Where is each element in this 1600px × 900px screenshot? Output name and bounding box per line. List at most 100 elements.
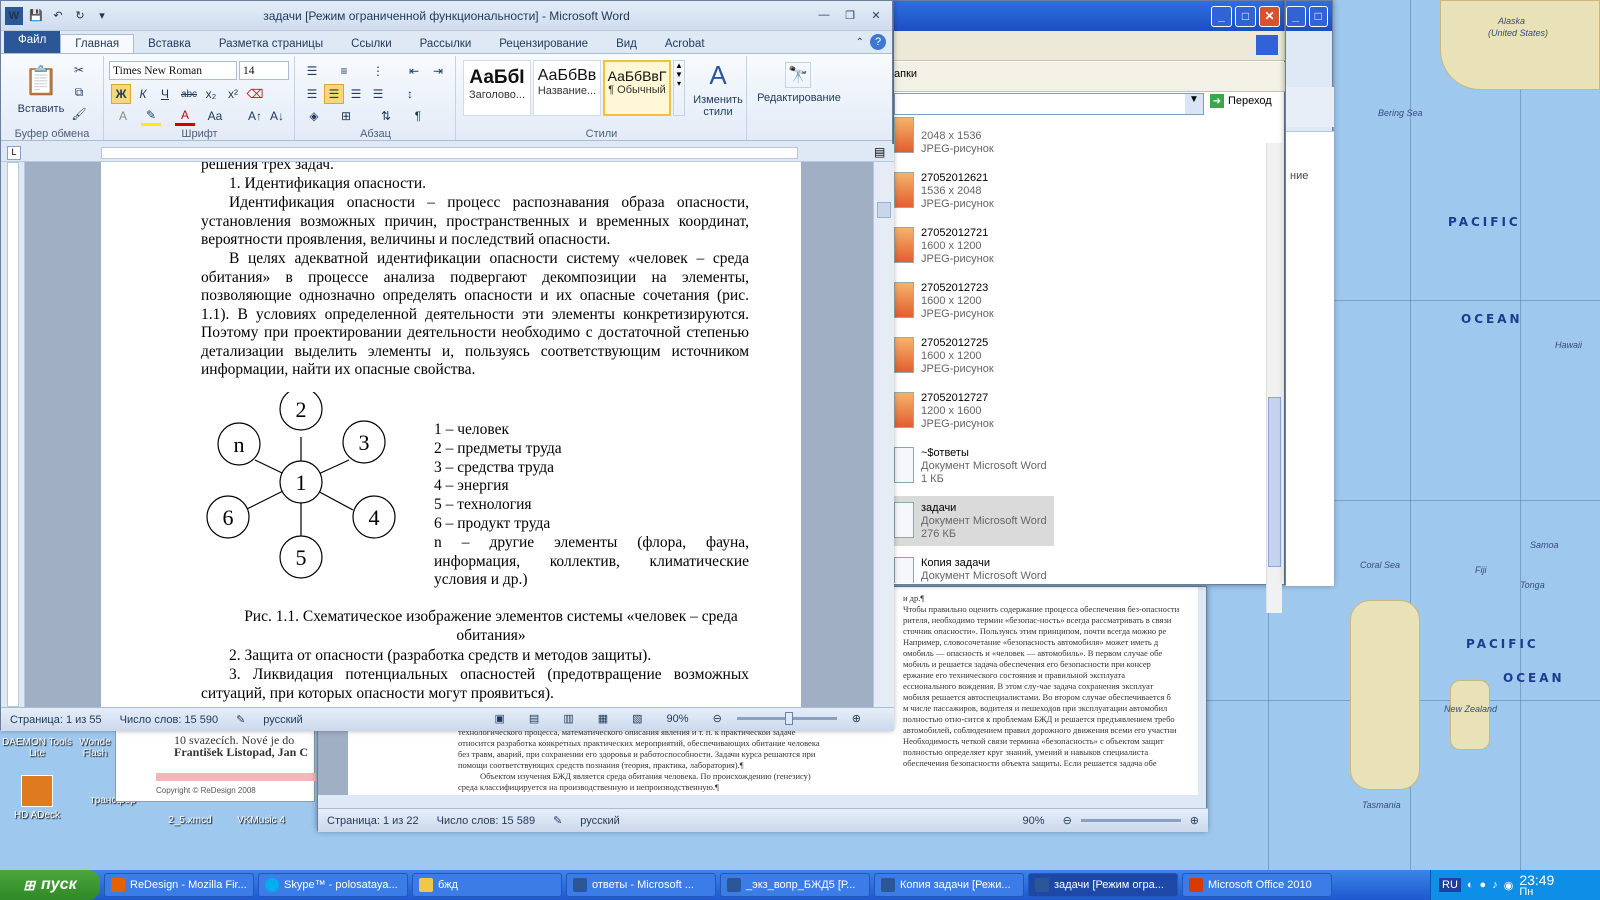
clock[interactable]: 23:49 Пн bbox=[1519, 873, 1554, 898]
save-icon[interactable]: 💾 bbox=[27, 7, 45, 25]
sort-icon[interactable]: ⇅ bbox=[376, 106, 396, 126]
copy-icon[interactable]: ⧉ bbox=[69, 82, 89, 102]
maximize-icon[interactable]: □ bbox=[1308, 5, 1328, 27]
maximize-icon[interactable]: □ bbox=[1235, 5, 1256, 27]
file-item[interactable]: 27052012723 1600 x 1200 JPEG-рисунок bbox=[894, 276, 1054, 326]
desktop-icon-wonder-flash[interactable]: Wonde Flash bbox=[70, 737, 120, 759]
justify-icon[interactable]: ☰ bbox=[368, 84, 388, 104]
tray-icon-misc[interactable]: ◉ bbox=[1504, 879, 1514, 892]
desktop-icon-daemon-tools[interactable]: DAEMON Tools Lite bbox=[2, 737, 72, 759]
tab-file[interactable]: Файл bbox=[4, 31, 61, 53]
view-outline-icon[interactable]: ▦ bbox=[589, 712, 617, 725]
zoom-out-icon[interactable]: ⊖ bbox=[704, 712, 731, 725]
align-right-icon[interactable]: ☰ bbox=[346, 84, 366, 104]
zoom-out-icon[interactable]: ⊖ bbox=[1054, 814, 1081, 827]
undo-icon[interactable]: ↶ bbox=[49, 7, 67, 25]
style-title[interactable]: АаБбВв Название... bbox=[533, 60, 601, 116]
taskbar-item-skype[interactable]: Skype™ - polosataya... bbox=[258, 873, 408, 897]
strikethrough-icon[interactable]: abc bbox=[179, 84, 199, 104]
tray-icon-network[interactable]: ◐ bbox=[1467, 879, 1474, 891]
shrink-font-icon[interactable]: A↓ bbox=[267, 106, 287, 126]
vertical-scrollbar[interactable] bbox=[873, 162, 894, 707]
vertical-ruler[interactable] bbox=[1, 162, 25, 707]
minimize-icon[interactable]: — bbox=[812, 6, 836, 24]
customize-qat-icon[interactable]: ▾ bbox=[93, 7, 111, 25]
tab-insert[interactable]: Вставка bbox=[134, 35, 205, 53]
italic-icon[interactable]: К bbox=[133, 84, 153, 104]
bold-icon[interactable]: Ж bbox=[111, 84, 131, 104]
word-count[interactable]: Число слов: 15 590 bbox=[111, 714, 227, 726]
taskbar-item-folder[interactable]: бжд bbox=[412, 873, 562, 897]
align-center-icon[interactable]: ☰ bbox=[324, 84, 344, 104]
underline-icon[interactable]: Ч bbox=[155, 84, 175, 104]
editing-button[interactable]: Редактирование bbox=[749, 92, 849, 104]
shading-icon[interactable]: ◈ bbox=[304, 106, 324, 126]
text-effects-icon[interactable]: A bbox=[113, 106, 133, 126]
zoom-in-icon[interactable]: ⊕ bbox=[843, 712, 870, 725]
explorer-titlebar[interactable]: _ □ ✕ bbox=[894, 1, 1284, 31]
cut-icon[interactable]: ✂ bbox=[69, 60, 89, 80]
file-item[interactable]: Копия задачиДокумент Microsoft Word276 К… bbox=[894, 551, 1054, 583]
close-icon[interactable]: ✕ bbox=[1259, 5, 1280, 27]
address-bar[interactable]: ▼ bbox=[894, 93, 1204, 115]
view-draft-icon[interactable]: ▧ bbox=[623, 712, 651, 725]
align-left-icon[interactable]: ☰ bbox=[302, 84, 322, 104]
paste-button[interactable]: Вставить bbox=[15, 103, 67, 115]
vertical-scrollbar[interactable] bbox=[1266, 143, 1282, 613]
language[interactable]: русский bbox=[571, 815, 628, 827]
view-print-layout-icon[interactable]: ▣ bbox=[486, 712, 514, 725]
file-item[interactable]: 27052012721 1600 x 1200 JPEG-рисунок bbox=[894, 221, 1054, 271]
font-size-combo[interactable]: 14 bbox=[239, 61, 289, 80]
tab-review[interactable]: Рецензирование bbox=[485, 35, 602, 53]
zoom-slider-knob[interactable] bbox=[784, 712, 793, 725]
format-painter-icon[interactable]: 🖌 bbox=[69, 104, 89, 124]
page-count[interactable]: Страница: 1 из 55 bbox=[1, 714, 111, 726]
view-web-icon[interactable]: ▥ bbox=[554, 712, 582, 725]
taskbar-item-word-copy[interactable]: Копия задачи [Режи... bbox=[874, 873, 1024, 897]
desktop-icon-hd-adeck[interactable]: HD ADeck bbox=[2, 775, 72, 821]
styles-scroll[interactable]: ▲ ▼ ▾ bbox=[673, 60, 685, 116]
language[interactable]: русский bbox=[254, 714, 311, 726]
tab-acrobat[interactable]: Acrobat bbox=[651, 35, 719, 53]
restore-icon[interactable]: ❐ bbox=[838, 6, 862, 24]
go-button[interactable]: ➜ Переход bbox=[1210, 94, 1272, 108]
close-icon[interactable]: ✕ bbox=[864, 6, 888, 24]
word-count[interactable]: Число слов: 15 589 bbox=[428, 815, 544, 827]
font-name-combo[interactable]: Times New Roman bbox=[109, 61, 237, 80]
collapse-ribbon-icon[interactable]: ⌃ bbox=[856, 37, 864, 48]
desktop-icon-xmcd[interactable]: 2_5.xmcd bbox=[155, 815, 225, 826]
zoom-in-icon[interactable]: ⊕ bbox=[1181, 814, 1208, 827]
start-button[interactable]: ⊞ пуск bbox=[0, 870, 100, 900]
view-ruler-icon[interactable]: ▤ bbox=[874, 145, 885, 159]
zoom-slider[interactable] bbox=[1080, 819, 1181, 822]
file-item[interactable]: 2048 x 1536 JPEG-рисунок bbox=[894, 113, 1054, 161]
tab-home[interactable]: Главная bbox=[60, 34, 135, 53]
highlight-icon[interactable]: ✎ bbox=[141, 106, 161, 126]
desktop-icon-vkmusic[interactable]: VKMusic 4 bbox=[226, 815, 296, 826]
tab-selector-icon[interactable]: L bbox=[7, 146, 21, 160]
file-item[interactable]: 27052012725 1600 x 1200 JPEG-рисунок bbox=[894, 331, 1054, 381]
decrease-indent-icon[interactable]: ⇤ bbox=[404, 61, 424, 81]
grow-font-icon[interactable]: A↑ bbox=[245, 106, 265, 126]
tray-icon-skype[interactable]: ● bbox=[1480, 879, 1487, 891]
borders-icon[interactable]: ⊞ bbox=[336, 106, 356, 126]
taskbar-item-word-exam[interactable]: _экз_вопр_БЖД5 [Р... bbox=[720, 873, 870, 897]
zoom-level[interactable]: 90% bbox=[1014, 815, 1054, 827]
horizontal-ruler[interactable]: L ▤ bbox=[1, 144, 894, 162]
taskbar-item-word-answers[interactable]: ответы - Microsoft ... bbox=[566, 873, 716, 897]
bullets-icon[interactable]: ☰ bbox=[302, 61, 322, 81]
minimize-icon[interactable]: _ bbox=[1286, 5, 1306, 27]
change-styles-button[interactable]: Изменить стили bbox=[689, 92, 747, 120]
tab-mailings[interactable]: Рассылки bbox=[406, 35, 486, 53]
multilevel-list-icon[interactable]: ⋮ bbox=[368, 61, 388, 81]
address-dropdown-icon[interactable]: ▼ bbox=[1185, 94, 1203, 114]
page-count[interactable]: Страница: 1 из 22 bbox=[318, 815, 428, 827]
document-page[interactable]: решения трех задач. 1. Идентификация опа… bbox=[101, 162, 801, 707]
paste-icon[interactable]: 📋 bbox=[19, 60, 63, 100]
font-color-icon[interactable]: A bbox=[175, 106, 195, 126]
style-heading[interactable]: АаБбІ Заголово... bbox=[463, 60, 531, 116]
word-window-main[interactable]: W 💾 ↶ ↻ ▾ задачи [Режим ограниченной фун… bbox=[0, 0, 894, 731]
file-item[interactable]: ~$ответы Документ Microsoft Word 1 КБ bbox=[894, 441, 1054, 491]
binoculars-icon[interactable]: 🔭 bbox=[785, 62, 811, 88]
scrollbar-thumb[interactable] bbox=[1268, 397, 1281, 567]
